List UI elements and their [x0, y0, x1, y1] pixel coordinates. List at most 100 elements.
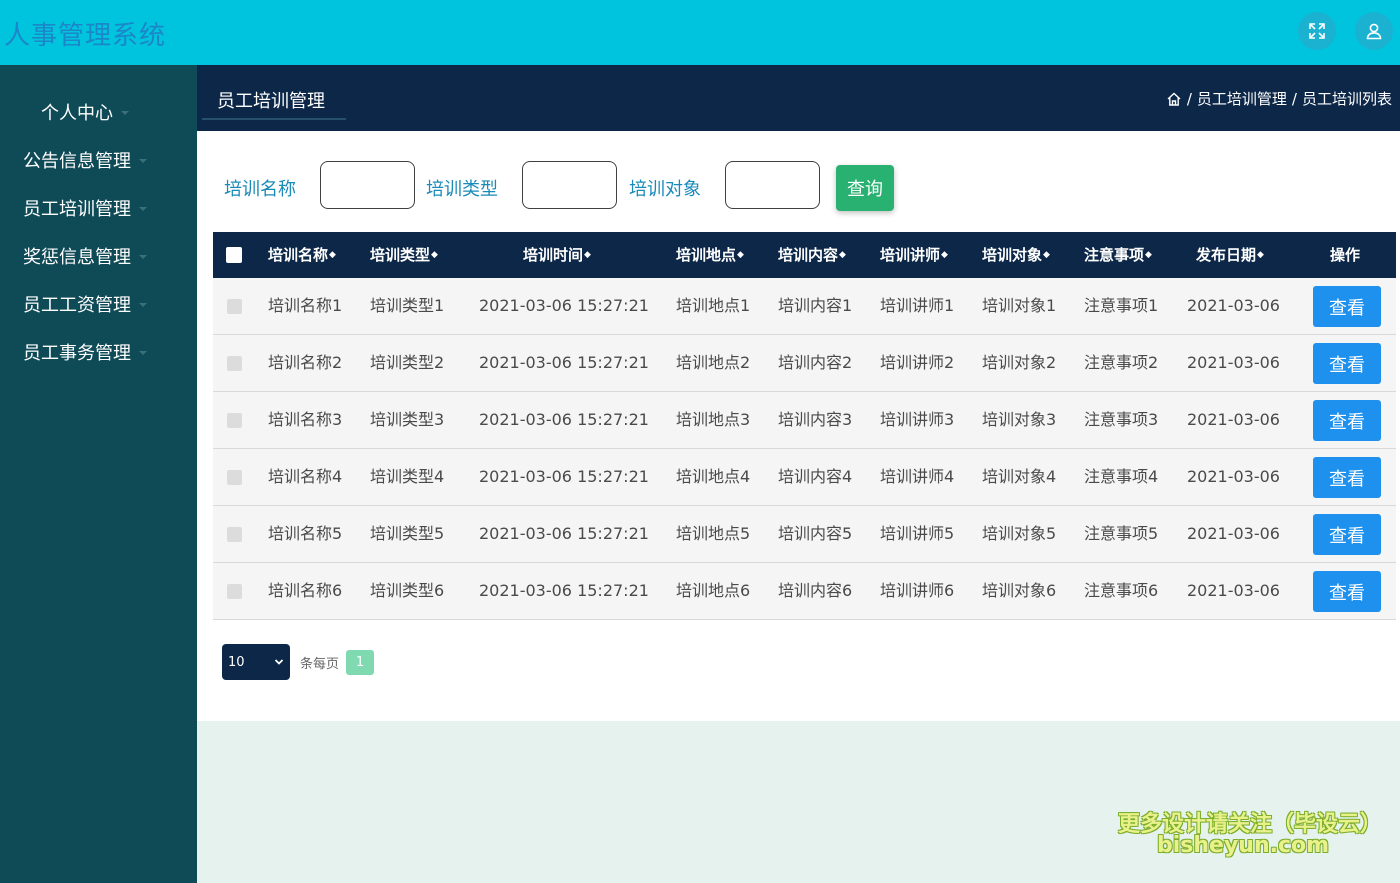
cell-name: 培训名称5	[268, 524, 343, 543]
search-input-type[interactable]	[522, 161, 617, 209]
sort-icon: ◆	[737, 250, 744, 260]
caret-down-icon	[139, 303, 147, 307]
column-header-content[interactable]: 培训内容◆	[778, 232, 846, 278]
sidebar-item-rewards[interactable]: 奖惩信息管理	[23, 243, 147, 269]
table-row: 培训名称6 培训类型6 2021-03-06 15:27:21 培训地点6 培训…	[213, 563, 1396, 620]
main-content: 培训名称 培训类型 培训对象 查询 培训名称◆ 培训类型◆ 培训时间◆ 培训地点…	[197, 131, 1400, 721]
cell-date: 2021-03-06	[1187, 524, 1280, 543]
column-header-place[interactable]: 培训地点◆	[676, 232, 744, 278]
table-row: 培训名称5 培训类型5 2021-03-06 15:27:21 培训地点5 培训…	[213, 506, 1396, 563]
breadcrumb-item-list: 员工培训列表	[1301, 90, 1392, 108]
cell-notes: 注意事项6	[1084, 581, 1159, 600]
row-checkbox[interactable]	[227, 413, 242, 428]
page-header: 员工培训管理 / 员工培训管理 / 员工培训列表	[197, 65, 1400, 131]
column-header-label: 培训讲师	[880, 246, 941, 264]
cell-lecturer: 培训讲师6	[880, 581, 955, 600]
breadcrumb-item-training[interactable]: 员工培训管理	[1197, 88, 1287, 109]
column-header-type[interactable]: 培训类型◆	[370, 232, 438, 278]
caret-down-icon	[139, 255, 147, 259]
cell-type: 培训类型1	[370, 296, 445, 315]
column-header-target[interactable]: 培训对象◆	[982, 232, 1050, 278]
cell-date: 2021-03-06	[1187, 467, 1280, 486]
sidebar-item-training[interactable]: 员工培训管理	[23, 195, 147, 221]
cell-lecturer: 培训讲师3	[880, 410, 955, 429]
view-button[interactable]: 查看	[1313, 457, 1381, 498]
sidebar: 个人中心 公告信息管理 员工培训管理 奖惩信息管理 员工工资管理 员工事务管理	[0, 65, 197, 883]
row-checkbox[interactable]	[227, 356, 242, 371]
column-header-name[interactable]: 培训名称◆	[268, 232, 336, 278]
cell-time: 2021-03-06 15:27:21	[479, 467, 649, 486]
view-button[interactable]: 查看	[1313, 286, 1381, 327]
table-row: 培训名称2 培训类型2 2021-03-06 15:27:21 培训地点2 培训…	[213, 335, 1396, 392]
sidebar-item-label: 员工培训管理	[23, 199, 131, 220]
view-button[interactable]: 查看	[1313, 343, 1381, 384]
chevron-down-icon	[274, 659, 284, 665]
row-checkbox[interactable]	[227, 527, 242, 542]
page-size-value: 10	[228, 654, 245, 670]
cell-notes: 注意事项5	[1084, 524, 1159, 543]
cell-notes: 注意事项3	[1084, 410, 1159, 429]
select-all-checkbox[interactable]	[226, 247, 242, 263]
column-header-notes[interactable]: 注意事项◆	[1084, 232, 1152, 278]
fullscreen-button[interactable]	[1298, 12, 1336, 50]
column-header-label: 发布日期	[1196, 246, 1257, 264]
sidebar-item-label: 奖惩信息管理	[23, 247, 131, 268]
breadcrumb-separator: /	[1291, 89, 1297, 108]
cell-time: 2021-03-06 15:27:21	[479, 524, 649, 543]
cell-place: 培训地点2	[676, 353, 751, 372]
sidebar-item-salary[interactable]: 员工工资管理	[23, 291, 147, 317]
cell-name: 培训名称4	[268, 467, 343, 486]
user-menu-button[interactable]	[1355, 12, 1393, 50]
row-checkbox[interactable]	[227, 470, 242, 485]
row-checkbox[interactable]	[227, 299, 242, 314]
cell-time: 2021-03-06 15:27:21	[479, 296, 649, 315]
cell-content: 培训内容5	[778, 524, 853, 543]
fullscreen-icon	[1309, 23, 1325, 39]
cell-type: 培训类型5	[370, 524, 445, 543]
page-size-select[interactable]: 10	[222, 644, 290, 680]
page-button-current[interactable]: 1	[346, 650, 374, 675]
search-input-name[interactable]	[320, 161, 415, 209]
sort-icon: ◆	[431, 250, 438, 260]
column-header-label: 注意事项	[1084, 246, 1145, 264]
breadcrumb-separator: /	[1186, 89, 1192, 108]
column-header-label: 培训地点	[676, 246, 737, 264]
home-icon[interactable]	[1166, 91, 1182, 107]
cell-date: 2021-03-06	[1187, 296, 1280, 315]
sidebar-item-label: 员工事务管理	[23, 343, 131, 364]
caret-down-icon	[121, 111, 129, 115]
cell-name: 培训名称2	[268, 353, 343, 372]
table-row: 培训名称1 培训类型1 2021-03-06 15:27:21 培训地点1 培训…	[213, 278, 1396, 335]
row-checkbox[interactable]	[227, 584, 242, 599]
cell-name: 培训名称6	[268, 581, 343, 600]
sidebar-item-affairs[interactable]: 员工事务管理	[23, 339, 147, 365]
view-button[interactable]: 查看	[1313, 571, 1381, 612]
table-row: 培训名称3 培训类型3 2021-03-06 15:27:21 培训地点3 培训…	[213, 392, 1396, 449]
cell-target: 培训对象4	[982, 467, 1057, 486]
query-button[interactable]: 查询	[836, 165, 894, 211]
sort-icon: ◆	[941, 250, 948, 260]
cell-target: 培训对象5	[982, 524, 1057, 543]
watermark-line2: bisheyun.com	[1157, 833, 1330, 858]
column-header-label: 培训名称	[268, 246, 329, 264]
table-header: 培训名称◆ 培训类型◆ 培训时间◆ 培训地点◆ 培训内容◆ 培训讲师◆ 培训对象…	[213, 232, 1396, 278]
training-table: 培训名称◆ 培训类型◆ 培训时间◆ 培训地点◆ 培训内容◆ 培训讲师◆ 培训对象…	[213, 232, 1396, 620]
view-button[interactable]: 查看	[1313, 400, 1381, 441]
sidebar-item-announcements[interactable]: 公告信息管理	[23, 147, 147, 173]
cell-content: 培训内容3	[778, 410, 853, 429]
column-header-lecturer[interactable]: 培训讲师◆	[880, 232, 948, 278]
column-header-time[interactable]: 培训时间◆	[523, 232, 591, 278]
page-title: 员工培训管理	[217, 91, 325, 112]
cell-type: 培训类型2	[370, 353, 445, 372]
table-row: 培训名称4 培训类型4 2021-03-06 15:27:21 培训地点4 培训…	[213, 449, 1396, 506]
breadcrumb: / 员工培训管理 / 员工培训列表	[1166, 88, 1392, 109]
cell-place: 培训地点5	[676, 524, 751, 543]
column-header-label: 培训对象	[982, 246, 1043, 264]
cell-content: 培训内容6	[778, 581, 853, 600]
cell-target: 培训对象1	[982, 296, 1057, 315]
column-header-date[interactable]: 发布日期◆	[1196, 232, 1264, 278]
sidebar-item-personal-center[interactable]: 个人中心	[41, 99, 129, 125]
view-button[interactable]: 查看	[1313, 514, 1381, 555]
column-header-label: 培训时间	[523, 246, 584, 264]
search-input-target[interactable]	[725, 161, 820, 209]
